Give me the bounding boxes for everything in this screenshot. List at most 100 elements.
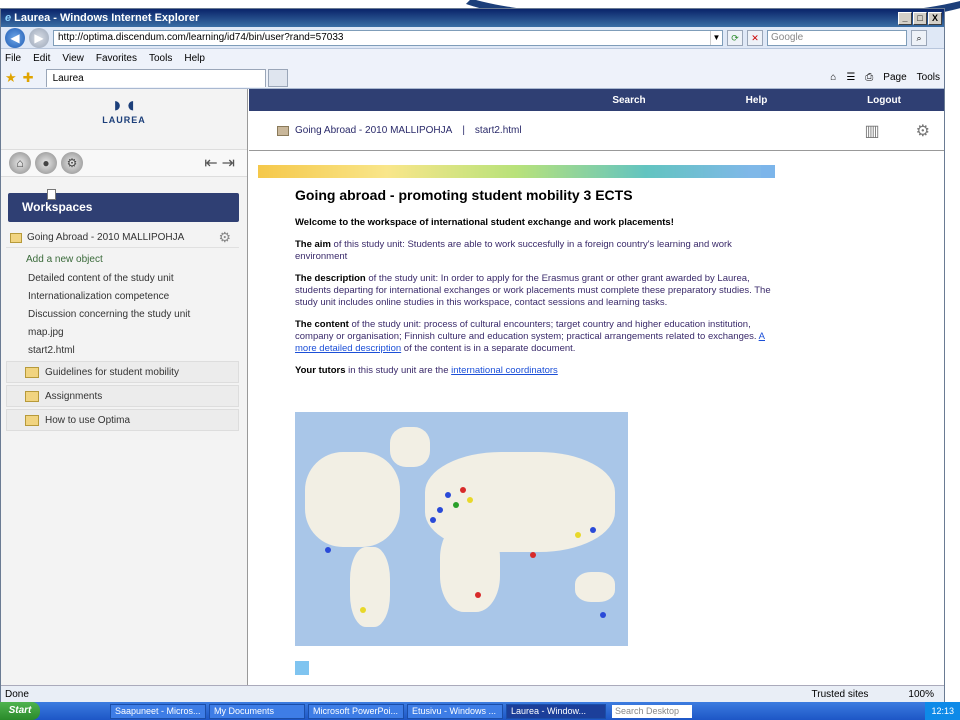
taskbar-item-active[interactable]: Laurea - Window... — [506, 703, 606, 719]
list-item[interactable]: Detailed content of the study unit — [6, 189, 239, 287]
taskbar-item[interactable]: Microsoft PowerPoi... — [308, 703, 404, 719]
map-pin — [600, 612, 606, 618]
add-new-object-link[interactable]: Add a new object — [6, 248, 239, 269]
close-button[interactable]: X — [928, 11, 942, 25]
ie-logo-icon: e — [5, 12, 12, 24]
list-item-label: Detailed content of the study unit — [28, 272, 174, 284]
aim-text: of this study unit: Students are able to… — [295, 239, 732, 262]
page-title: Going abroad - promoting student mobilit… — [295, 187, 633, 203]
map-pin — [445, 492, 451, 498]
taskbar-item[interactable]: Etusivu - Windows ... — [407, 703, 503, 719]
main-pane: Search Help Logout Going Abroad - 2010 M… — [249, 89, 944, 694]
list-item[interactable]: map.jpg — [6, 189, 239, 341]
more-text: of the content is in a separate document… — [401, 343, 576, 354]
laurea-logo[interactable]: ◗◖ LAUREA — [1, 89, 247, 149]
settings-icon[interactable]: ⚙ — [916, 121, 930, 141]
top-nav: Search Help Logout — [249, 89, 944, 111]
minimize-button[interactable]: _ — [898, 11, 912, 25]
taskbar-item[interactable]: Saapuneet - Micros... — [110, 703, 206, 719]
map-pin — [360, 607, 366, 613]
workspaces-header: Workspaces — [8, 193, 239, 222]
list-item[interactable]: Discussion concerning the study unit — [6, 189, 239, 323]
browser-window: e Laurea - Windows Internet Explorer _ □… — [0, 8, 945, 720]
breadcrumb: Going Abroad - 2010 MALLIPOHJA | start2.… — [249, 111, 944, 151]
map-pin — [590, 527, 596, 533]
print-icon[interactable]: ⎙ — [865, 72, 873, 83]
zoom-level[interactable]: 100% — [908, 689, 934, 700]
back-button[interactable]: ◀ — [5, 27, 25, 48]
map-pin — [475, 592, 481, 598]
menu-file[interactable]: File — [5, 53, 21, 64]
left-pane: ◗◖ LAUREA ⌂ ● ⚙ ⇤⇥ Workspaces Going Abro… — [1, 89, 248, 694]
start-button[interactable]: Start — [0, 702, 40, 720]
address-toolbar: ◀ ▶ http://optima.discendum.com/learning… — [1, 27, 944, 49]
menu-bar: File Edit View Favorites Tools Help — [1, 49, 944, 67]
document-body: Going abroad - promoting student mobilit… — [295, 187, 775, 387]
menu-tools[interactable]: Tools — [149, 53, 172, 64]
address-field[interactable]: http://optima.discendum.com/learning/id7… — [53, 29, 723, 46]
favorites-star-icon[interactable]: ★ — [5, 70, 17, 86]
international-coordinators-link[interactable]: international coordinators — [451, 365, 558, 376]
forward-button[interactable]: ▶ — [29, 27, 49, 48]
feeds-icon[interactable]: ☰ — [846, 72, 855, 83]
gear-icon[interactable]: ⚙ — [218, 229, 231, 246]
map-land-north-america — [305, 452, 400, 547]
nav-search[interactable]: Search — [569, 95, 689, 106]
map-pin — [437, 507, 443, 513]
home-icon[interactable]: ⌂ — [830, 72, 836, 83]
tab-laurea[interactable]: Laurea — [45, 68, 266, 87]
page-menu[interactable]: Page — [883, 72, 906, 83]
nav-logout[interactable]: Logout — [824, 95, 944, 106]
workspace-tree: Going Abroad - 2010 MALLIPOHJA ⚙ Add a n… — [6, 189, 239, 431]
tutors-text: in this study unit are the — [345, 365, 452, 376]
nav-help[interactable]: Help — [689, 95, 824, 106]
favorites-bar: ★ ✚ Laurea ⌂ ☰ ⎙ Page Tools — [1, 67, 944, 89]
menu-view[interactable]: View — [62, 53, 84, 64]
system-tray: 12:13 — [925, 702, 960, 720]
folder-guidelines[interactable]: Guidelines for student mobility — [6, 361, 239, 383]
folder-how-to-use[interactable]: How to use Optima — [6, 409, 239, 431]
new-tab-button[interactable] — [267, 68, 288, 87]
folder-label: How to use Optima — [45, 414, 131, 426]
list-item[interactable]: start2.html — [6, 189, 239, 359]
address-dropdown-icon[interactable]: ▼ — [710, 30, 722, 45]
refresh-icon[interactable]: ⟳ — [727, 29, 743, 46]
decorative-square — [295, 661, 309, 675]
list-item[interactable]: Internationalization competence — [6, 189, 239, 305]
menu-help[interactable]: Help — [184, 53, 205, 64]
security-zone[interactable]: Trusted sites — [812, 689, 869, 700]
folder-icon — [25, 366, 39, 378]
address-url: http://optima.discendum.com/learning/id7… — [58, 31, 344, 43]
menu-edit[interactable]: Edit — [33, 53, 50, 64]
home-icon[interactable]: ⌂ — [9, 152, 31, 174]
web-search-input[interactable]: Google — [767, 29, 907, 46]
breadcrumb-workspace[interactable]: Going Abroad - 2010 MALLIPOHJA — [295, 125, 452, 136]
menu-favorites[interactable]: Favorites — [96, 53, 137, 64]
search-go-icon[interactable]: ⌕ — [911, 29, 927, 46]
columns-icon[interactable]: ▥ — [865, 121, 880, 141]
tools-menu[interactable]: Tools — [917, 72, 940, 83]
folder-icon — [25, 390, 39, 402]
desktop-search-input[interactable]: Search Desktop — [612, 704, 692, 718]
add-favorites-icon[interactable]: ✚ — [23, 70, 34, 86]
laurea-logo-mark-icon: ◗◖ — [110, 92, 138, 117]
folder-assignments[interactable]: Assignments — [6, 385, 239, 407]
taskbar-item[interactable]: My Documents — [209, 703, 305, 719]
workspace-name: Going Abroad - 2010 MALLIPOHJA — [27, 232, 185, 243]
description-text: of the study unit: In order to apply for… — [295, 273, 771, 308]
content-text: of the study unit: process of cultural e… — [295, 319, 757, 342]
workspace-icon — [277, 125, 289, 136]
content-label: The content — [295, 319, 349, 330]
title-bar: e Laurea - Windows Internet Explorer _ □… — [1, 9, 944, 27]
collapse-arrows-icon[interactable]: ⇤⇥ — [204, 153, 239, 173]
chat-icon[interactable]: ● — [35, 152, 57, 174]
gear-icon[interactable]: ⚙ — [61, 152, 83, 174]
list-item-label: Internationalization competence — [28, 290, 170, 302]
map-land-greenland — [390, 427, 430, 467]
maximize-button[interactable]: □ — [913, 11, 927, 25]
content-paragraph: The content of the study unit: process o… — [295, 319, 775, 355]
command-bar: ⌂ ☰ ⎙ Page Tools — [830, 72, 940, 83]
folder-label: Guidelines for student mobility — [45, 366, 179, 378]
stop-icon[interactable]: ✕ — [747, 29, 763, 46]
workspace-item[interactable]: Going Abroad - 2010 MALLIPOHJA ⚙ — [6, 228, 239, 248]
